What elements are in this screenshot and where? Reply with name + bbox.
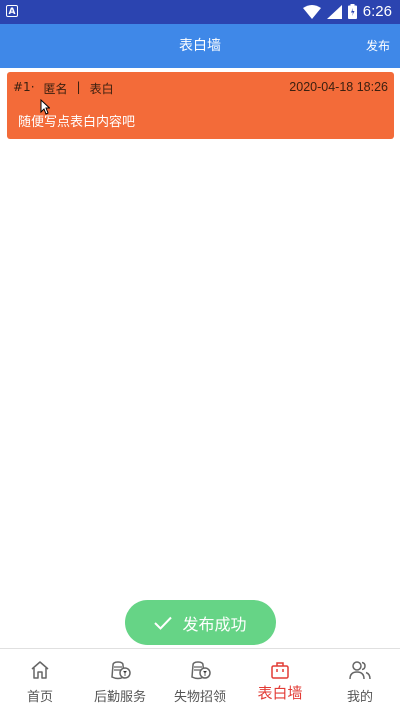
- app-header: 表白墙 发布: [0, 24, 400, 68]
- post-content: 随便写点表白内容吧: [18, 115, 136, 130]
- mouse-cursor-icon: [40, 99, 50, 115]
- post-category: 表白: [89, 82, 114, 96]
- bag-icon: [271, 662, 289, 679]
- post-date: 2020-04-18 18:26: [289, 80, 388, 94]
- tab-label: 失物招领: [173, 690, 226, 705]
- tab-profile[interactable]: 我的: [320, 649, 400, 710]
- page-title: 表白墙: [179, 38, 221, 54]
- tab-label: 我的: [346, 690, 373, 705]
- tab-logistics[interactable]: 后勤服务: [80, 649, 160, 710]
- app-notification-icon: A: [6, 5, 18, 17]
- meta-separator: |: [76, 80, 81, 94]
- publish-button[interactable]: 发布: [366, 24, 390, 68]
- post-number: #1·: [13, 80, 35, 94]
- tab-label: 表白墙: [257, 684, 303, 702]
- wifi-icon: [302, 4, 321, 19]
- tab-lost-found[interactable]: 失物招领: [160, 649, 240, 710]
- status-bar: A 6:26: [0, 0, 400, 24]
- post-author: 匿名: [43, 82, 68, 96]
- tab-label: 首页: [26, 690, 53, 705]
- user-icon: [349, 661, 371, 680]
- signal-icon: [326, 4, 342, 19]
- toast-text: 发布成功: [182, 614, 247, 634]
- home-icon: [31, 661, 49, 679]
- bottom-tabbar: 首页 后勤服务 失物招领 表白墙 我的: [0, 648, 400, 710]
- tab-confession-wall[interactable]: 表白墙: [240, 649, 320, 710]
- coin-bag-icon: [111, 661, 131, 680]
- post-meta: #1· 匿名 | 表白 2020-04-18 18:26: [13, 80, 388, 97]
- checkmark-icon: [154, 616, 173, 630]
- tab-label: 后勤服务: [93, 690, 146, 705]
- coin-bag-icon: [191, 661, 211, 680]
- post-card[interactable]: #1· 匿名 | 表白 2020-04-18 18:26 随便写点表白内容吧: [7, 72, 394, 139]
- clock: 6:26: [362, 3, 392, 20]
- battery-icon: [347, 4, 357, 19]
- tab-home[interactable]: 首页: [0, 649, 80, 710]
- toast-success: 发布成功: [125, 600, 276, 645]
